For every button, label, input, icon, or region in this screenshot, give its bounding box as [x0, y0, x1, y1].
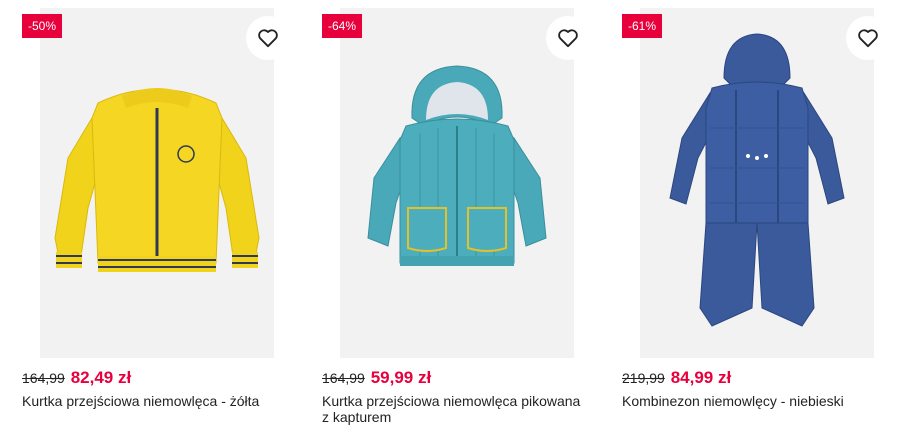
- discount-badge: -50%: [22, 14, 63, 38]
- heart-icon: [558, 29, 578, 48]
- favorite-button[interactable]: [846, 16, 890, 60]
- product-image-link[interactable]: -50%: [0, 0, 290, 358]
- old-price: 219,99: [622, 370, 665, 386]
- price-row: 219,99 84,99 zł: [622, 368, 731, 388]
- price-row: 164,99 82,49 zł: [22, 368, 131, 388]
- discount-badge: -64%: [322, 14, 363, 38]
- sale-price: 82,49 zł: [70, 368, 132, 387]
- teal-quilted-jacket-image[interactable]: [340, 8, 574, 358]
- discount-badge: -61%: [622, 14, 663, 38]
- old-price: 164,99: [322, 370, 365, 386]
- heart-icon: [258, 29, 278, 48]
- product-image-link[interactable]: -64%: [300, 0, 590, 358]
- product-title-link[interactable]: Kurtka przejściowa niemowlęca - żółta: [22, 393, 290, 409]
- sale-price: 59,99 zł: [370, 368, 432, 387]
- product-card[interactable]: -61% 219,99 84,99 zł Kombinezon niemowlę…: [600, 0, 890, 441]
- product-grid: -50% 164,99 82,49 zł Kurtka przejściowa …: [0, 0, 901, 441]
- product-card[interactable]: -64% 164,99 59,99 zł Kurtka przejściowa …: [300, 0, 590, 441]
- product-title-link[interactable]: Kurtka przejściowa niemowlęca pikowana z…: [322, 393, 590, 425]
- product-image-link[interactable]: -61%: [600, 0, 890, 358]
- old-price: 164,99: [22, 370, 65, 386]
- favorite-button[interactable]: [546, 16, 590, 60]
- favorite-button[interactable]: [246, 16, 290, 60]
- sale-price: 84,99 zł: [670, 368, 732, 387]
- price-row: 164,99 59,99 zł: [322, 368, 431, 388]
- product-card[interactable]: -50% 164,99 82,49 zł Kurtka przejściowa …: [0, 0, 290, 441]
- product-title-link[interactable]: Kombinezon niemowlęcy - niebieski: [622, 393, 890, 409]
- blue-snowsuit-image[interactable]: [640, 8, 874, 358]
- yellow-jacket-image[interactable]: [40, 8, 274, 358]
- heart-icon: [858, 29, 878, 48]
